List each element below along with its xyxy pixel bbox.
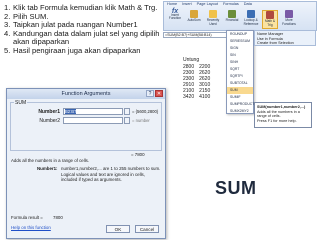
list-item[interactable]: SUMIF: [227, 94, 253, 101]
create-from-selection-button[interactable]: Create from Selection: [257, 41, 313, 46]
book-icon: [247, 10, 255, 18]
table-row: 3420 4100: [183, 94, 211, 100]
number1-label: Number1: [38, 109, 60, 115]
tooltip-title: SUM(number1,number2,...): [257, 105, 306, 109]
tab-insert[interactable]: Insert: [182, 2, 192, 9]
number2-row: Number2 = number: [11, 117, 163, 125]
range-picker-icon[interactable]: [124, 117, 130, 124]
arg-help-text: number1,number2,... are 1 to 255 numbers…: [61, 166, 161, 183]
step-4: 4. Kandungan data dalam julat sel yang di…: [4, 28, 160, 47]
instruction-list: 1. Klik tab Formula kemudian klik Math & …: [4, 3, 162, 56]
column-header: Untung: [183, 57, 200, 63]
list-item[interactable]: SQRTPI: [227, 73, 253, 80]
number2-result: = number: [132, 118, 150, 123]
star-icon: [209, 10, 217, 18]
number1-result: = {5600,2800}: [132, 109, 159, 114]
list-item[interactable]: SUMPRODUCT: [227, 101, 254, 108]
number2-label: Number2: [39, 118, 60, 124]
function-tooltip: SUM(number1,number2,...) Adds all the nu…: [254, 102, 312, 128]
arg-help-label: Number1:: [37, 166, 58, 171]
cancel-button[interactable]: Cancel: [135, 225, 159, 233]
tooltip-help: Press F1 for more help.: [257, 118, 297, 123]
sigma-icon: [190, 10, 198, 18]
worksheet-fragment: Untung 2800 2200 2300 2620 2300 2620 2910 30…: [163, 39, 226, 100]
more-functions-button[interactable]: More Functions: [281, 10, 297, 29]
step-5: 5. Hasil pengiraan juga akan dipaparkan: [4, 45, 141, 55]
tab-page-layout[interactable]: Page Layout: [197, 2, 218, 9]
insert-function-button[interactable]: fx Insert Function: [167, 8, 183, 29]
function-name-label: SUM: [14, 100, 28, 106]
book-icon: [285, 10, 293, 18]
list-item[interactable]: SIN: [227, 52, 253, 59]
tab-formulas[interactable]: Formulas: [223, 2, 239, 9]
dialog-title: Function Arguments ? ✕: [7, 89, 165, 99]
close-icon[interactable]: ✕: [155, 90, 163, 97]
recently-used-button[interactable]: Recently Used: [205, 10, 221, 29]
book-icon: [266, 11, 274, 19]
formulas-ribbon: Home Insert Page Layout Formulas Data fx…: [163, 1, 317, 31]
book-icon: [228, 10, 236, 18]
ribbon-tabs: Home Insert Page Layout Formulas Data: [164, 2, 316, 9]
list-item[interactable]: SERIESSUM: [227, 38, 253, 45]
function-arguments-dialog: Function Arguments ? ✕ SUM Number1 B2:B7…: [6, 88, 166, 239]
section-heading: SUM: [215, 178, 257, 198]
number2-input[interactable]: [63, 117, 123, 124]
defined-names-group: Name Manager Use in Formula Create from …: [254, 30, 316, 46]
list-item[interactable]: SUBTOTAL: [227, 80, 253, 87]
arguments-group: SUM Number1 B2:B7 = {5600,2800} Number2 …: [10, 100, 163, 151]
function-library-group: fx Insert Function AutoSum Recently Used …: [164, 8, 316, 30]
list-item[interactable]: SQRT: [227, 66, 253, 73]
lookup-reference-button[interactable]: Lookup & Reference: [243, 10, 259, 29]
number1-row: Number1 B2:B7 = {5600,2800}: [11, 108, 163, 116]
dialog-window-controls: ? ✕: [146, 90, 163, 97]
formula-result-label: Formula result =: [11, 215, 43, 220]
function-total: = 7800: [131, 152, 145, 157]
math-trig-button[interactable]: Math & Trig: [262, 10, 278, 29]
autosum-button[interactable]: AutoSum: [186, 10, 202, 29]
help-on-function-link[interactable]: Help on this function: [11, 225, 51, 231]
ok-button[interactable]: OK: [106, 225, 130, 233]
help-icon[interactable]: ?: [146, 90, 154, 97]
list-item[interactable]: SUMX2MY2: [227, 108, 253, 115]
list-item[interactable]: SINH: [227, 59, 253, 66]
list-item[interactable]: ROUNDUP: [227, 31, 253, 38]
formula-result-value: 7800: [53, 215, 63, 220]
math-trig-function-list: ROUNDUP SERIESSUM SIGN SIN SINH SQRT SQR…: [226, 30, 254, 114]
financial-button[interactable]: Financial: [224, 10, 240, 29]
range-picker-icon[interactable]: [124, 108, 130, 115]
number1-input[interactable]: B2:B7: [63, 108, 123, 115]
tooltip-description: Adds all the numbers in a range of cells…: [257, 109, 300, 119]
list-item[interactable]: SIGN: [227, 45, 253, 52]
function-description: Adds all the numbers in a range of cells…: [11, 158, 90, 163]
tab-data[interactable]: Data: [244, 2, 252, 9]
list-item-sum[interactable]: SUM: [227, 87, 253, 94]
